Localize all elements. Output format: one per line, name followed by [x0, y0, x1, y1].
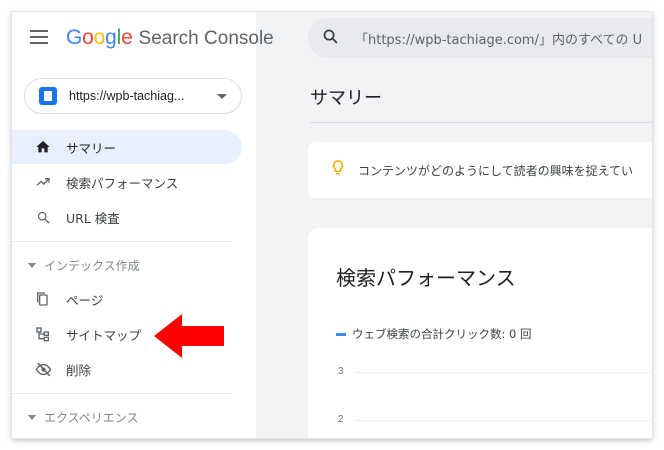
section-index[interactable]: インデックス作成 [28, 257, 140, 274]
product-name: Search Console [138, 28, 274, 49]
product-logo[interactable]: Google Search Console [66, 26, 274, 52]
chart-gridline [354, 372, 652, 373]
search-icon [34, 208, 52, 226]
sidebar-item-label: ページ [66, 292, 104, 308]
card-title: 検索パフォーマンス [336, 266, 516, 290]
title-divider [310, 122, 652, 123]
chart-legend[interactable]: ウェブ検索の合計クリック数: 0 回 [336, 326, 532, 342]
google-wordmark: Google [66, 26, 133, 49]
search-bar[interactable]: 「https://wpb-tachiage.com/」内のすべての U [308, 18, 652, 58]
sidebar-item-label: サイトマップ [66, 327, 142, 343]
sitemap-icon [34, 325, 52, 343]
sidebar-item-label: サマリー [66, 140, 117, 156]
sidebar-item-label: URL 検査 [66, 210, 120, 226]
performance-card: 検索パフォーマンス ウェブ検索の合計クリック数: 0 回 3 2 [308, 228, 652, 438]
sidebar: Google Search Console https://wpb-tachia… [12, 12, 274, 438]
y-tick-label: 3 [338, 366, 344, 377]
home-icon [34, 138, 52, 156]
y-tick-label: 2 [338, 414, 344, 425]
property-icon [39, 87, 57, 105]
lightbulb-icon [330, 159, 346, 181]
legend-label: ウェブ検索の合計クリック数: 0 回 [352, 327, 532, 341]
section-label: インデックス作成 [44, 259, 140, 273]
menu-icon[interactable] [30, 30, 48, 44]
search-input[interactable]: 「https://wpb-tachiage.com/」内のすべての U [355, 29, 642, 48]
property-label: https://wpb-tachiag... [69, 89, 185, 103]
caret-down-icon [28, 263, 36, 268]
tip-card[interactable]: コンテンツがどのようにして読者の興味を捉えてい [308, 142, 652, 198]
sidebar-item-label: 削除 [66, 362, 92, 378]
pages-icon [34, 290, 52, 308]
page-title: サマリー [310, 88, 382, 109]
sidebar-item-performance[interactable]: 検索パフォーマンス [12, 165, 242, 199]
visibility-off-icon [34, 360, 52, 378]
trending-up-icon [34, 173, 52, 191]
caret-down-icon [28, 415, 36, 420]
section-experience[interactable]: エクスペリエンス [28, 409, 139, 426]
section-label: エクスペリエンス [44, 411, 139, 425]
sidebar-divider [12, 241, 232, 242]
app-window: Google Search Console https://wpb-tachia… [12, 12, 652, 438]
sidebar-item-label: 検索パフォーマンス [66, 175, 179, 191]
legend-swatch [336, 332, 346, 336]
sidebar-item-pages[interactable]: ページ [12, 282, 242, 316]
chevron-down-icon [217, 93, 227, 99]
sidebar-divider [12, 393, 232, 394]
property-selector[interactable]: https://wpb-tachiag... [24, 78, 242, 114]
sidebar-item-url-inspection[interactable]: URL 検査 [12, 200, 242, 234]
tip-text: コンテンツがどのようにして読者の興味を捉えてい [358, 163, 634, 178]
red-arrow-annotation [154, 314, 224, 358]
sidebar-item-summary[interactable]: サマリー [12, 130, 242, 164]
chart-gridline [354, 420, 652, 421]
search-icon [322, 28, 339, 49]
